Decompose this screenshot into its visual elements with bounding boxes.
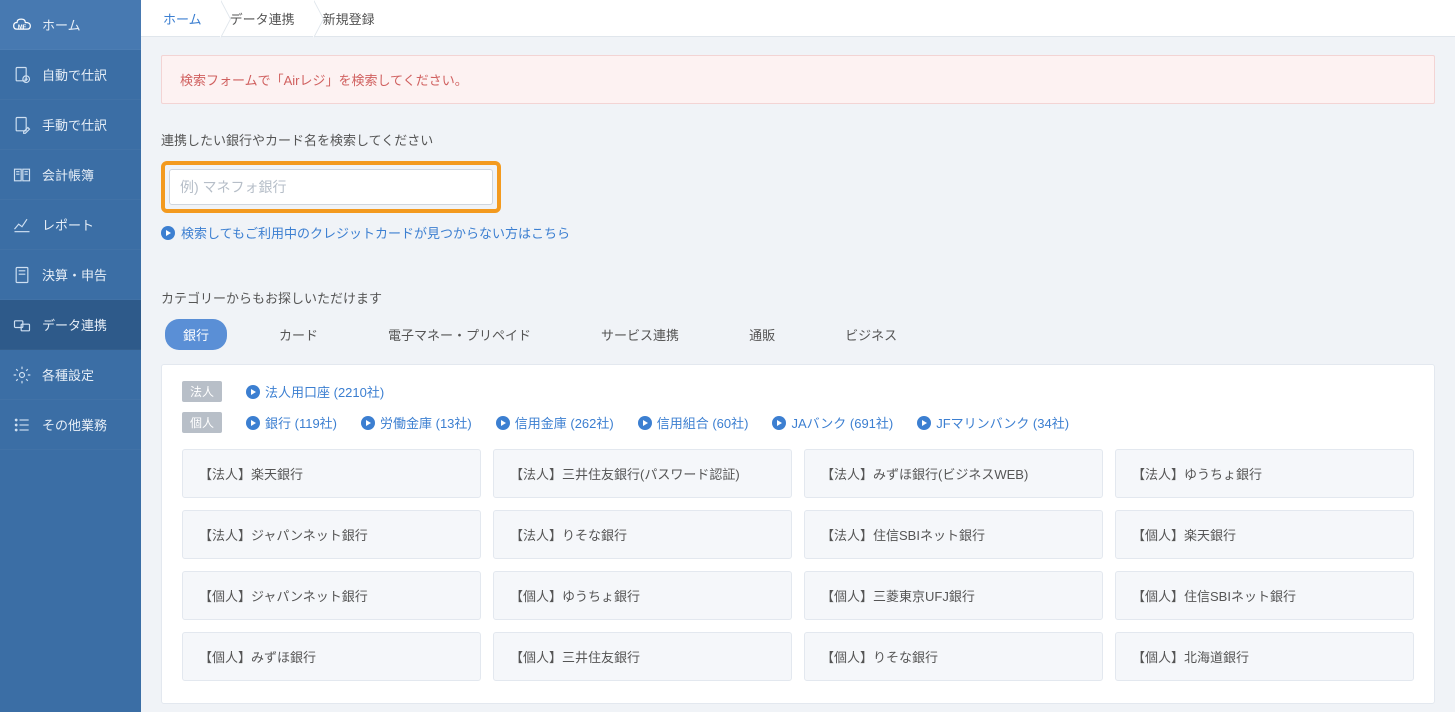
badge-corporate: 法人 <box>182 381 222 402</box>
card-item[interactable]: 【法人】りそな銀行 <box>493 510 792 559</box>
sidebar-label: 自動で仕訳 <box>42 65 107 84</box>
link-roukin[interactable]: 労働金庫 (13社) <box>361 413 472 432</box>
sidebar-label: その他業務 <box>42 415 107 434</box>
card-item[interactable]: 【個人】住信SBIネット銀行 <box>1115 571 1414 620</box>
sidebar-item-settings[interactable]: 各種設定 <box>0 350 141 400</box>
card-item[interactable]: 【法人】三井住友銀行(パスワード認証) <box>493 449 792 498</box>
corporate-row: 法人 法人用口座 (2210社) <box>182 381 1414 402</box>
link-jf[interactable]: JFマリンバンク (34社) <box>917 413 1069 432</box>
link-ja[interactable]: JAバンク (691社) <box>772 413 893 432</box>
svg-text:MF: MF <box>18 24 27 30</box>
tab-service[interactable]: サービス連携 <box>583 319 697 350</box>
sidebar-item-data-link[interactable]: データ連携 <box>0 300 141 350</box>
help-link-text: 検索してもご利用中のクレジットカードが見つからない方はこちら <box>181 223 570 242</box>
cloud-mf-icon: MF <box>12 15 32 35</box>
card-item[interactable]: 【個人】北海道銀行 <box>1115 632 1414 681</box>
link-shinkumi[interactable]: 信用組合 (60社) <box>638 413 749 432</box>
sidebar-item-closing[interactable]: 決算・申告 <box>0 250 141 300</box>
tab-bank[interactable]: 銀行 <box>165 319 227 350</box>
card-item[interactable]: 【法人】ゆうちょ銀行 <box>1115 449 1414 498</box>
doc-plus-icon <box>12 65 32 85</box>
individual-row: 個人 銀行 (119社) 労働金庫 (13社) 信用金庫 (262社) 信用組合… <box>182 412 1414 433</box>
tablet-icon <box>12 265 32 285</box>
card-item[interactable]: 【個人】ジャパンネット銀行 <box>182 571 481 620</box>
sidebar-item-auto-journal[interactable]: 自動で仕訳 <box>0 50 141 100</box>
badge-individual: 個人 <box>182 412 222 433</box>
search-help-link[interactable]: 検索してもご利用中のクレジットカードが見つからない方はこちら <box>161 223 1435 242</box>
play-bullet-icon <box>246 416 260 430</box>
play-bullet-icon <box>917 416 931 430</box>
play-bullet-icon <box>772 416 786 430</box>
sidebar-label: 決算・申告 <box>42 265 107 284</box>
panel: 法人 法人用口座 (2210社) 個人 銀行 (119社) 労働金庫 (13社)… <box>161 364 1435 704</box>
card-item[interactable]: 【法人】楽天銀行 <box>182 449 481 498</box>
search-highlight-frame <box>161 161 501 213</box>
link-icon <box>12 315 32 335</box>
breadcrumb-datalink[interactable]: データ連携 <box>220 0 313 36</box>
play-bullet-icon <box>638 416 652 430</box>
card-item[interactable]: 【個人】三菱東京UFJ銀行 <box>804 571 1103 620</box>
card-item[interactable]: 【法人】住信SBIネット銀行 <box>804 510 1103 559</box>
sidebar-label: 手動で仕訳 <box>42 115 107 134</box>
card-item[interactable]: 【個人】りそな銀行 <box>804 632 1103 681</box>
link-bank[interactable]: 銀行 (119社) <box>246 413 337 432</box>
card-item[interactable]: 【個人】三井住友銀行 <box>493 632 792 681</box>
card-item[interactable]: 【法人】みずほ銀行(ビジネスWEB) <box>804 449 1103 498</box>
alert-message: 検索フォームで「Airレジ」を検索してください。 <box>161 55 1435 104</box>
link-corp-account[interactable]: 法人用口座 (2210社) <box>246 382 384 401</box>
sidebar-item-other[interactable]: その他業務 <box>0 400 141 450</box>
list-icon <box>12 415 32 435</box>
gear-icon <box>12 365 32 385</box>
chart-icon <box>12 215 32 235</box>
card-item[interactable]: 【法人】ジャパンネット銀行 <box>182 510 481 559</box>
book-icon <box>12 165 32 185</box>
play-bullet-icon <box>246 385 260 399</box>
sidebar-label: 各種設定 <box>42 365 94 384</box>
card-item[interactable]: 【個人】みずほ銀行 <box>182 632 481 681</box>
category-label: カテゴリーからもお探しいただけます <box>161 288 1435 307</box>
tab-card[interactable]: カード <box>261 319 336 350</box>
play-bullet-icon <box>161 226 175 240</box>
sidebar-item-report[interactable]: レポート <box>0 200 141 250</box>
sidebar-item-home[interactable]: MF ホーム <box>0 0 141 50</box>
breadcrumb-new: 新規登録 <box>313 0 393 36</box>
sidebar-label: 会計帳簿 <box>42 165 94 184</box>
sidebar-label: レポート <box>42 215 94 234</box>
play-bullet-icon <box>496 416 510 430</box>
play-bullet-icon <box>361 416 375 430</box>
doc-pen-icon <box>12 115 32 135</box>
card-item[interactable]: 【個人】ゆうちょ銀行 <box>493 571 792 620</box>
card-item[interactable]: 【個人】楽天銀行 <box>1115 510 1414 559</box>
breadcrumb: ホーム データ連携 新規登録 <box>141 0 1455 37</box>
sidebar-label: データ連携 <box>42 315 107 334</box>
sidebar-item-ledger[interactable]: 会計帳簿 <box>0 150 141 200</box>
tab-ec[interactable]: 通販 <box>731 319 793 350</box>
search-input[interactable] <box>169 169 493 205</box>
sidebar: MF ホーム 自動で仕訳 手動で仕訳 会計帳簿 レポート 決算・申告 <box>0 0 141 712</box>
category-tabs: 銀行 カード 電子マネー・プリペイド サービス連携 通販 ビジネス <box>161 319 1435 350</box>
content: 検索フォームで「Airレジ」を検索してください。 連携したい銀行やカード名を検索… <box>141 37 1455 712</box>
sidebar-label: ホーム <box>42 15 81 34</box>
main: ホーム データ連携 新規登録 検索フォームで「Airレジ」を検索してください。 … <box>141 0 1455 712</box>
breadcrumb-home[interactable]: ホーム <box>153 0 220 36</box>
tab-emoney[interactable]: 電子マネー・プリペイド <box>370 319 549 350</box>
link-shinkin[interactable]: 信用金庫 (262社) <box>496 413 614 432</box>
search-label: 連携したい銀行やカード名を検索してください <box>161 130 1435 149</box>
card-grid: 【法人】楽天銀行 【法人】三井住友銀行(パスワード認証) 【法人】みずほ銀行(ビ… <box>182 449 1414 681</box>
tab-business[interactable]: ビジネス <box>827 319 915 350</box>
sidebar-item-manual-journal[interactable]: 手動で仕訳 <box>0 100 141 150</box>
